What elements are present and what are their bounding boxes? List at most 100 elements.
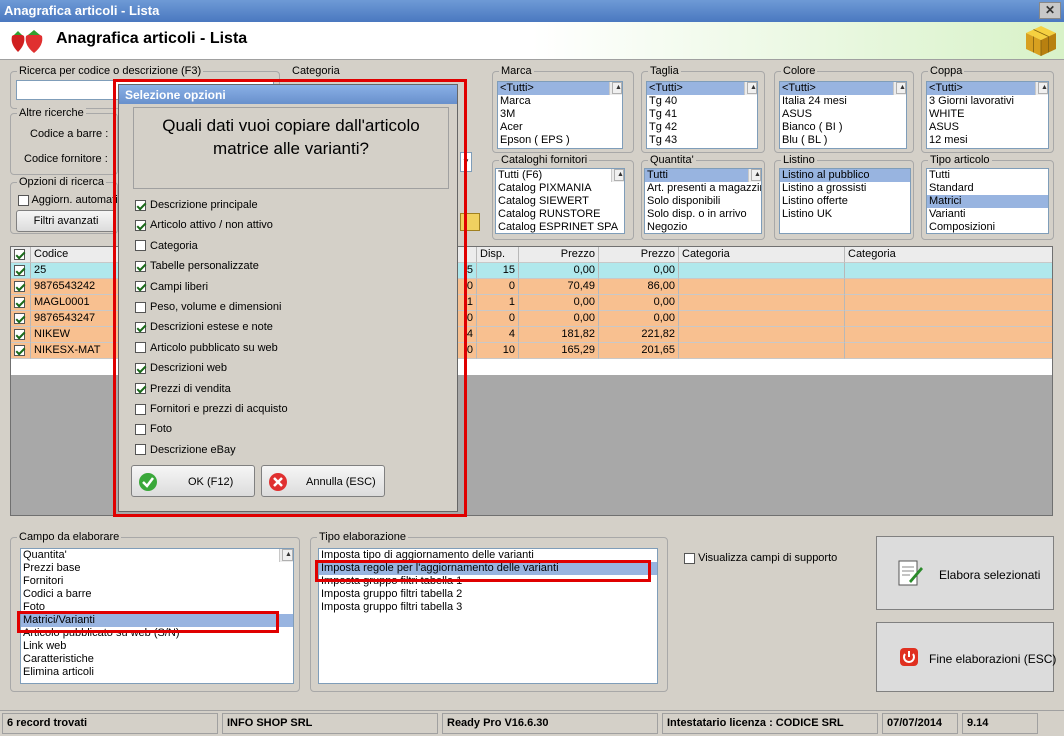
list-item[interactable]: Listino UK (780, 208, 910, 221)
select-all-checkbox[interactable] (14, 248, 25, 260)
list-item[interactable]: Imposta gruppo filtri tabella 2 (319, 588, 657, 601)
list-item[interactable]: Tutti (F6) (496, 169, 624, 182)
cataloghi-list[interactable]: Tutti (F6) Catalog PIXMANIA Catalog SIEWER… (495, 168, 625, 234)
row-select-cell[interactable] (11, 295, 31, 311)
column-header-prezzo-2[interactable]: Prezzo (599, 247, 679, 263)
listino-list[interactable]: Listino al pubblico Listino a grossisti Li… (779, 168, 911, 234)
list-item[interactable]: <Tutti> (647, 82, 757, 95)
coppa-label: Coppa (928, 65, 965, 77)
auto-update-checkbox[interactable]: Aggiorn. automatico (18, 194, 118, 206)
status-date: 07/07/2014 (882, 713, 958, 734)
row-checkbox[interactable] (14, 328, 25, 340)
row-select-cell[interactable] (11, 327, 31, 343)
list-item[interactable]: Negozio (645, 221, 761, 233)
scroll-up-icon[interactable]: ▲ (282, 549, 293, 561)
column-header-categoria-2[interactable]: Categoria (845, 247, 1052, 263)
fine-button[interactable]: Fine elaborazioni (ESC) (876, 622, 1056, 692)
list-item[interactable]: Tg 42 (647, 121, 757, 134)
list-item[interactable]: Elimina articoli (21, 666, 293, 679)
list-item[interactable]: Fornitori (21, 575, 293, 588)
list-item[interactable]: Listino al pubblico (780, 169, 910, 182)
row-checkbox[interactable] (14, 264, 25, 276)
scroll-up-icon[interactable]: ▲ (1038, 82, 1048, 94)
row-select-cell[interactable] (11, 263, 31, 279)
scroll-up-icon[interactable]: ▲ (751, 169, 761, 181)
list-item[interactable]: Catalog SIEWERT (496, 195, 624, 208)
column-header-disp[interactable]: Disp. (477, 247, 519, 263)
list-item[interactable]: Standard (927, 182, 1048, 195)
scroll-up-icon[interactable]: ▲ (747, 82, 757, 94)
marca-label: Marca (499, 65, 534, 77)
close-icon[interactable]: ✕ (1039, 2, 1061, 19)
coppa-list[interactable]: <Tutti> 3 Giorni lavorativi WHITE ASUS 12 me… (926, 81, 1049, 149)
list-item[interactable]: 3 Giorni lavorativi (927, 95, 1048, 108)
quantita-list[interactable]: Tutti Art. presenti a magazzino Solo dispo… (644, 168, 762, 234)
list-item[interactable]: Tg 43 (647, 134, 757, 147)
scroll-up-icon[interactable]: ▲ (896, 82, 906, 94)
cell-disp: 0 (477, 311, 519, 327)
colore-list[interactable]: <Tutti> Italia 24 mesi ASUS Bianco ( BI ) Bl… (779, 81, 907, 149)
list-item[interactable]: ASUS (927, 121, 1048, 134)
list-item[interactable]: WHITE (927, 108, 1048, 121)
row-select-cell[interactable] (11, 311, 31, 327)
column-header-prezzo[interactable]: Prezzo (519, 247, 599, 263)
highlight-campo (17, 611, 279, 633)
elabora-button[interactable]: Elabora selezionati (876, 536, 1054, 610)
row-select-cell[interactable] (11, 343, 31, 359)
scrollbar[interactable]: ▲ (279, 549, 293, 562)
list-item[interactable]: Tutti (645, 169, 761, 182)
list-item[interactable]: 3M (498, 108, 622, 121)
row-checkbox[interactable] (14, 280, 25, 292)
scrollbar[interactable]: ▲ (748, 169, 761, 182)
list-item[interactable]: Tg 41 (647, 108, 757, 121)
list-item[interactable]: <Tutti> (780, 82, 906, 95)
column-header-codice[interactable]: Codice (31, 247, 121, 263)
list-item[interactable]: Prezzi base (21, 562, 293, 575)
list-item[interactable]: Blu ( BL ) (780, 134, 906, 147)
scrollbar[interactable]: ▲ (1035, 82, 1048, 95)
tipo-articolo-list[interactable]: Tutti Standard Matrici Varianti Composizioni (926, 168, 1049, 234)
list-item[interactable]: Listino offerte (780, 195, 910, 208)
row-checkbox[interactable] (14, 312, 25, 324)
row-select-cell[interactable] (11, 279, 31, 295)
taglia-list[interactable]: <Tutti> Tg 40 Tg 41 Tg 42 Tg 43 ▲ (646, 81, 758, 149)
list-item[interactable]: ASUS (780, 108, 906, 121)
list-item[interactable]: Catalog PIXMANIA (496, 182, 624, 195)
list-item[interactable]: Tutti (927, 169, 1048, 182)
scroll-up-icon[interactable]: ▲ (614, 169, 624, 181)
list-item[interactable]: Listino a grossisti (780, 182, 910, 195)
list-item[interactable]: Caratteristiche (21, 653, 293, 666)
list-item[interactable]: Solo disponibili (645, 195, 761, 208)
column-header-categoria[interactable]: Categoria (679, 247, 845, 263)
list-item[interactable]: Italia 24 mesi (780, 95, 906, 108)
scrollbar[interactable]: ▲ (609, 82, 622, 95)
list-item[interactable]: Composizioni (927, 221, 1048, 233)
list-item[interactable]: Art. presenti a magazzino (645, 182, 761, 195)
scrollbar[interactable]: ▲ (744, 82, 757, 95)
list-item[interactable]: Catalog ESPRINET SPA (496, 221, 624, 233)
list-item[interactable]: Imposta gruppo filtri tabella 3 (319, 601, 657, 614)
marca-list[interactable]: <Tutti> Marca 3M Acer Epson ( EPS ) ▲ (497, 81, 623, 149)
list-item[interactable]: Solo disp. o in arrivo (645, 208, 761, 221)
list-item[interactable]: Epson ( EPS ) (498, 134, 622, 147)
list-item[interactable]: Acer (498, 121, 622, 134)
support-fields-checkbox[interactable]: Visualizza campi di supporto (684, 552, 837, 564)
list-item[interactable]: Quantita' (21, 549, 293, 562)
list-item[interactable]: Codici a barre (21, 588, 293, 601)
scrollbar[interactable]: ▲ (893, 82, 906, 95)
list-item[interactable]: <Tutti> (498, 82, 622, 95)
row-checkbox[interactable] (14, 344, 25, 356)
list-item[interactable]: Link web (21, 640, 293, 653)
list-item[interactable]: Varianti (927, 208, 1048, 221)
list-item[interactable]: Catalog RUNSTORE (496, 208, 624, 221)
list-item[interactable]: Matrici (927, 195, 1048, 208)
scrollbar[interactable]: ▲ (611, 169, 624, 182)
scroll-up-icon[interactable]: ▲ (612, 82, 622, 94)
list-item[interactable]: 12 mesi (927, 134, 1048, 147)
list-item[interactable]: Marca (498, 95, 622, 108)
list-item[interactable]: Tg 40 (647, 95, 757, 108)
row-checkbox[interactable] (14, 296, 25, 308)
list-item[interactable]: Bianco ( BI ) (780, 121, 906, 134)
advanced-filters-button[interactable]: Filtri avanzati (16, 210, 116, 232)
list-item[interactable]: <Tutti> (927, 82, 1048, 95)
